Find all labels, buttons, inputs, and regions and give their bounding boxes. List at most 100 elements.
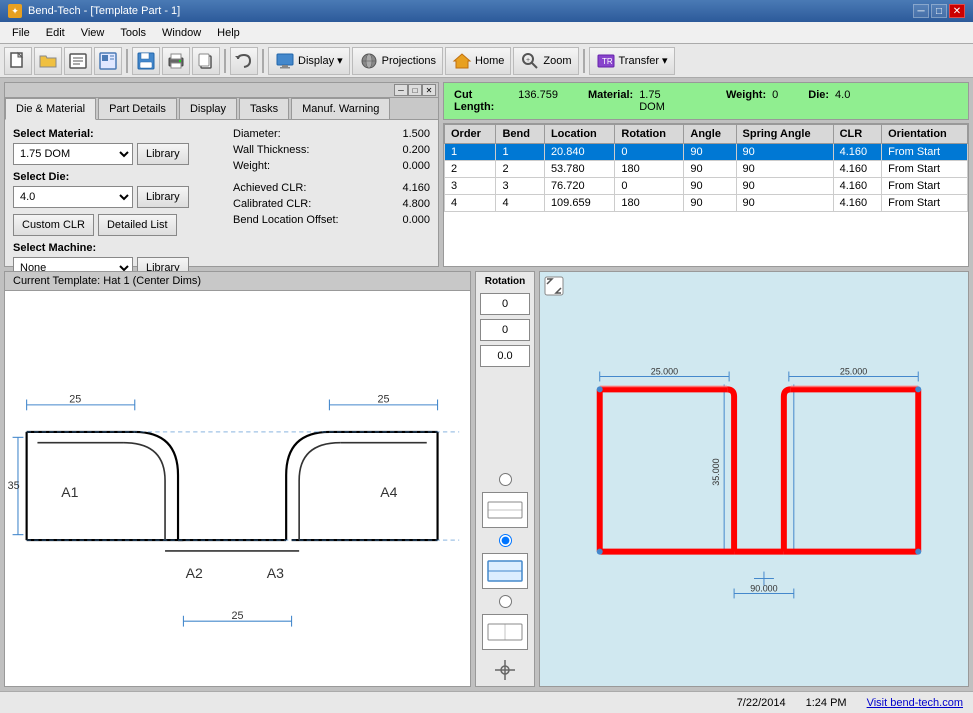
transfer-button[interactable]: TR Transfer ▾ [589,47,675,75]
die-library-btn[interactable]: Library [137,186,189,208]
home-label: Home [475,55,504,67]
toolbar-separator-3 [262,49,264,73]
transfer-icon: TR [596,51,616,71]
projections-button[interactable]: Projections [352,47,443,75]
table-row[interactable]: 2253.78018090904.160From Start [445,161,968,178]
menu-window[interactable]: Window [154,22,209,43]
mdi-restore[interactable]: □ [408,84,422,96]
diameter-value: 1.500 [402,128,430,140]
app-title: Bend-Tech - [Template Part - 1] [28,5,180,17]
menu-edit[interactable]: Edit [38,22,73,43]
new-button[interactable] [4,47,32,75]
rotation-panel: Rotation 0 0 0.0 [475,271,535,687]
template-svg: 25 25 35 25 [5,291,470,681]
expand-icon[interactable] [544,276,564,299]
svg-text:+: + [526,57,530,64]
col-spring-angle: Spring Angle [736,125,833,144]
menu-tools[interactable]: Tools [112,22,154,43]
svg-text:25.000: 25.000 [651,366,678,376]
table-row[interactable]: 1120.840090904.160From Start [445,144,968,161]
achieved-clr-label: Achieved CLR: [233,182,306,194]
menu-file[interactable]: File [4,22,38,43]
table-row[interactable]: 44109.65918090904.160From Start [445,195,968,212]
bend-location-offset-label: Bend Location Offset: [233,214,339,226]
col-angle: Angle [684,125,736,144]
app-icon: ✦ [8,4,22,18]
material-library-btn[interactable]: Library [137,143,189,165]
rotation-input-3[interactable]: 0.0 [480,345,530,367]
close-button[interactable]: ✕ [949,4,965,18]
template-title: Current Template: Hat 1 (Center Dims) [5,272,470,291]
die-label: Select Die: [13,171,213,183]
tab-tasks[interactable]: Tasks [239,98,289,119]
view-icon-1[interactable] [482,492,528,528]
material-info-value: 1.75 DOM [639,89,686,113]
projections-icon [359,51,379,71]
table-row[interactable]: 3376.720090904.160From Start [445,178,968,195]
menu-bar: File Edit View Tools Window Help [0,22,973,44]
svg-text:A4: A4 [380,484,397,500]
tab-manuf-warning[interactable]: Manuf. Warning [291,98,390,119]
menu-view[interactable]: View [73,22,113,43]
view-radio-1[interactable] [499,473,512,486]
rotation-input-1[interactable]: 0 [480,293,530,315]
properties-button[interactable] [64,47,92,75]
bend-table: Order Bend Location Rotation Angle Sprin… [444,124,968,212]
machine-label: Select Machine: [13,242,213,254]
weight-info-value: 0 [772,89,778,113]
zoom-button[interactable]: + Zoom [513,47,578,75]
view-radio-3[interactable] [499,595,512,608]
status-link[interactable]: Visit bend-tech.com [867,697,963,709]
display-icon [275,51,295,71]
transfer-label: Transfer [619,55,660,67]
svg-text:25.000: 25.000 [840,366,867,376]
display-button[interactable]: Display ▾ [268,47,350,75]
zoom-label: Zoom [543,55,571,67]
print-button[interactable] [162,47,190,75]
home-icon [452,51,472,71]
menu-help[interactable]: Help [209,22,248,43]
achieved-clr-value: 4.160 [402,182,430,194]
restore-button[interactable]: □ [931,4,947,18]
zoom-icon: + [520,51,540,71]
info-bar: Cut Length: 136.759 Material: 1.75 DOM W… [443,82,969,120]
template-button[interactable] [94,47,122,75]
toolbar-separator-2 [224,49,226,73]
die-info-value: 4.0 [835,89,850,113]
minimize-button[interactable]: ─ [913,4,929,18]
toolbar-separator-1 [126,49,128,73]
tab-die-material[interactable]: Die & Material [5,98,96,120]
custom-clr-btn[interactable]: Custom CLR [13,214,94,236]
save-button[interactable] [132,47,160,75]
rotation-input-2[interactable]: 0 [480,319,530,341]
svg-text:35: 35 [8,480,20,492]
open-button[interactable] [34,47,62,75]
svg-text:A2: A2 [186,565,203,581]
die-select[interactable]: 4.0 [13,186,133,208]
mdi-close[interactable]: ✕ [422,84,436,96]
svg-text:25: 25 [69,394,81,406]
home-button[interactable]: Home [445,47,511,75]
undo-button[interactable] [230,47,258,75]
material-select[interactable]: 1.75 DOM [13,143,133,165]
tab-content: Select Material: 1.75 DOM Library Select… [5,120,438,293]
tab-part-details[interactable]: Part Details [98,98,177,119]
mdi-minimize[interactable]: ─ [394,84,408,96]
die-info-label: Die: [808,89,829,113]
status-time: 1:24 PM [806,697,847,709]
diameter-label: Diameter: [233,128,281,140]
view-icon-2[interactable] [482,553,528,589]
material-info-label: Material: [588,89,633,113]
detailed-list-btn[interactable]: Detailed List [98,214,177,236]
copy-button[interactable] [192,47,220,75]
col-order: Order [445,125,496,144]
display-label: Display [298,55,334,67]
col-rotation: Rotation [615,125,684,144]
svg-text:A1: A1 [61,484,78,500]
tab-display[interactable]: Display [179,98,237,119]
toolbar-separator-4 [583,49,585,73]
view-icon-3[interactable] [482,614,528,650]
cut-length-value: 136.759 [518,89,558,113]
view-radio-2[interactable] [499,534,512,547]
svg-text:25: 25 [231,610,243,622]
